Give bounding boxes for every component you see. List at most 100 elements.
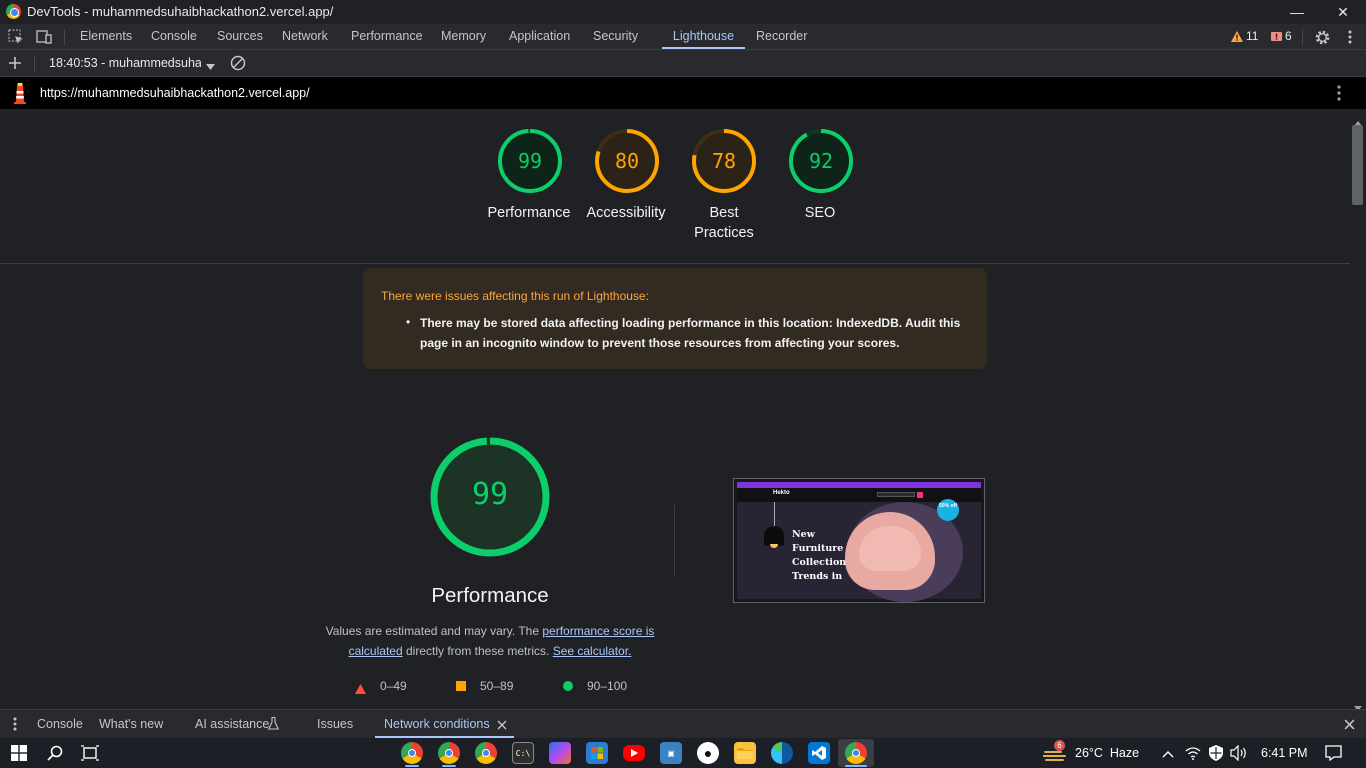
chrome-devtools-app-icon[interactable] — [845, 742, 867, 764]
clock-time[interactable]: 6:41 PM — [1261, 746, 1308, 760]
vscode-app-icon[interactable] — [808, 742, 830, 764]
windows-taskbar: C:\ ▣ ● 6 26°C Haze 6:41 PM — [0, 738, 1366, 768]
drawer-tab-console[interactable]: Console — [37, 710, 83, 738]
run-warnings-box: There were issues affecting this run of … — [363, 268, 987, 369]
headline-line: Furniture — [792, 543, 844, 554]
bullet-icon: • — [406, 315, 411, 329]
screenshot-discount-badge: 50% off — [937, 499, 959, 521]
tab-lighthouse[interactable]: Lighthouse — [662, 24, 745, 49]
wifi-icon[interactable] — [1185, 746, 1201, 763]
copilot-app-icon[interactable] — [549, 742, 571, 764]
app-active-indicator — [845, 765, 867, 767]
chevron-down-icon[interactable] — [206, 59, 215, 73]
screenshot-search-button — [917, 492, 923, 498]
warnings-badge[interactable]: 11 — [1231, 29, 1258, 43]
drawer-tab-bar: Console What's new AI assistance Issues … — [0, 709, 1366, 738]
weather-text[interactable]: 26°C Haze — [1075, 746, 1139, 760]
new-report-plus-icon[interactable] — [6, 54, 24, 72]
screenshot-lamp — [764, 526, 784, 546]
drawer-menu-icon[interactable] — [13, 717, 17, 734]
chrome-profile-app-icon[interactable] — [475, 742, 497, 764]
restore-button[interactable] — [1274, 0, 1320, 24]
settings-gear-icon[interactable] — [1313, 28, 1331, 46]
warning-icon — [1231, 30, 1243, 42]
github-app-icon[interactable]: ● — [697, 742, 719, 764]
drawer-tab-ai-assistance[interactable]: AI assistance — [195, 710, 269, 738]
legend-fail-label: 0–49 — [380, 679, 407, 693]
scrollbar-thumb[interactable] — [1352, 125, 1363, 205]
legend-pass-label: 90–100 — [587, 679, 628, 693]
store-app-icon[interactable] — [586, 742, 608, 764]
report-url[interactable]: https://muhammedsuhaibhackathon2.vercel.… — [40, 86, 310, 100]
clear-all-icon[interactable] — [230, 55, 246, 74]
lighthouse-report: 99 Performance 80 Accessibility 78 Best … — [0, 109, 1350, 709]
headline-line: New — [792, 529, 815, 540]
errors-badge[interactable]: 6 — [1271, 29, 1292, 43]
warning-item: There may be stored data affecting loadi… — [420, 316, 961, 350]
performance-title: Performance — [431, 584, 549, 607]
file-explorer-app-icon[interactable] — [734, 742, 756, 764]
screenshot-hero: 50% off New Furniture Collection Trends … — [737, 499, 981, 602]
average-square-icon — [456, 681, 466, 691]
drawer-tab-network-conditions[interactable]: Network conditions — [375, 710, 514, 738]
close-window-button[interactable]: ✕ — [1320, 0, 1366, 24]
gauge-score: 99 — [517, 149, 543, 173]
tab-recorder[interactable]: Recorder — [756, 24, 807, 49]
weather-alert-badge: 6 — [1054, 740, 1065, 751]
tab-console[interactable]: Console — [151, 24, 197, 49]
tab-sources[interactable]: Sources — [217, 24, 263, 49]
search-icon[interactable] — [47, 745, 63, 764]
task-view-icon[interactable] — [81, 745, 99, 764]
report-menu-icon[interactable] — [1337, 85, 1341, 106]
drawer-tab-whats-new[interactable]: What's new — [99, 710, 163, 738]
performance-big-gauge: 99 — [430, 437, 550, 557]
report-url-bar: https://muhammedsuhaibhackathon2.vercel.… — [0, 77, 1366, 109]
volume-icon[interactable] — [1230, 744, 1248, 764]
screenshot-chair-seat — [859, 526, 921, 571]
gauge-score: 80 — [614, 149, 640, 173]
toolbar-separator — [64, 29, 65, 45]
headline-line: Trends in — [792, 571, 843, 582]
see-calculator-link[interactable]: See calculator. — [553, 644, 632, 658]
show-hidden-icons-chevron-icon[interactable] — [1162, 747, 1174, 761]
performance-description: Values are estimated and may vary. The p… — [320, 621, 660, 661]
performance-score: 99 — [471, 477, 509, 512]
report-scrollbar[interactable] — [1350, 109, 1366, 711]
vertical-divider — [674, 505, 675, 577]
desc-prefix: Values are estimated and may vary. The — [325, 624, 543, 638]
close-drawer-icon[interactable] — [1344, 719, 1355, 733]
tab-elements[interactable]: Elements — [80, 24, 132, 49]
app-running-indicator — [442, 765, 456, 767]
tab-application[interactable]: Application — [509, 24, 570, 49]
windows-start-icon[interactable] — [11, 745, 27, 764]
chrome-icon — [6, 4, 21, 19]
screenshot-lamp-cord — [774, 502, 775, 528]
window-title-bar: DevTools - muhammedsuhaibhackathon2.verc… — [0, 0, 1366, 24]
lighthouse-toolbar: 18:40:53 - muhammedsuhaib — [0, 50, 1366, 77]
device-toolbar-icon[interactable] — [35, 28, 53, 46]
drawer-tab-issues[interactable]: Issues — [317, 710, 353, 738]
remote-desktop-app-icon[interactable]: ▣ — [660, 742, 682, 764]
app-running-indicator — [405, 765, 419, 767]
tab-network[interactable]: Network — [282, 24, 328, 49]
inspect-element-icon[interactable] — [7, 28, 25, 46]
gauge-label: Performance — [487, 205, 571, 221]
tab-performance[interactable]: Performance — [351, 24, 423, 49]
toolbar-separator — [1302, 29, 1303, 45]
youtube-app-icon[interactable] — [623, 745, 645, 761]
chrome-app-icon[interactable] — [401, 742, 423, 764]
notifications-icon[interactable] — [1325, 745, 1342, 764]
tab-memory[interactable]: Memory — [441, 24, 486, 49]
legend-average-label: 50–89 — [480, 679, 514, 693]
close-tab-icon[interactable] — [497, 719, 507, 733]
security-shield-icon[interactable] — [1209, 745, 1223, 764]
chrome-profile-app-icon[interactable] — [438, 742, 460, 764]
errors-count: 6 — [1285, 29, 1292, 43]
edge-app-icon[interactable] — [771, 742, 793, 764]
final-screenshot-thumbnail[interactable]: Hekto 50% off New Furniture Collection T… — [733, 478, 985, 603]
gauge-label: Best Practices — [694, 205, 754, 241]
terminal-app-icon[interactable]: C:\ — [512, 742, 534, 764]
tab-security[interactable]: Security — [593, 24, 638, 49]
more-options-icon[interactable] — [1341, 28, 1359, 46]
report-selector[interactable]: 18:40:53 - muhammedsuhaib — [49, 56, 201, 70]
